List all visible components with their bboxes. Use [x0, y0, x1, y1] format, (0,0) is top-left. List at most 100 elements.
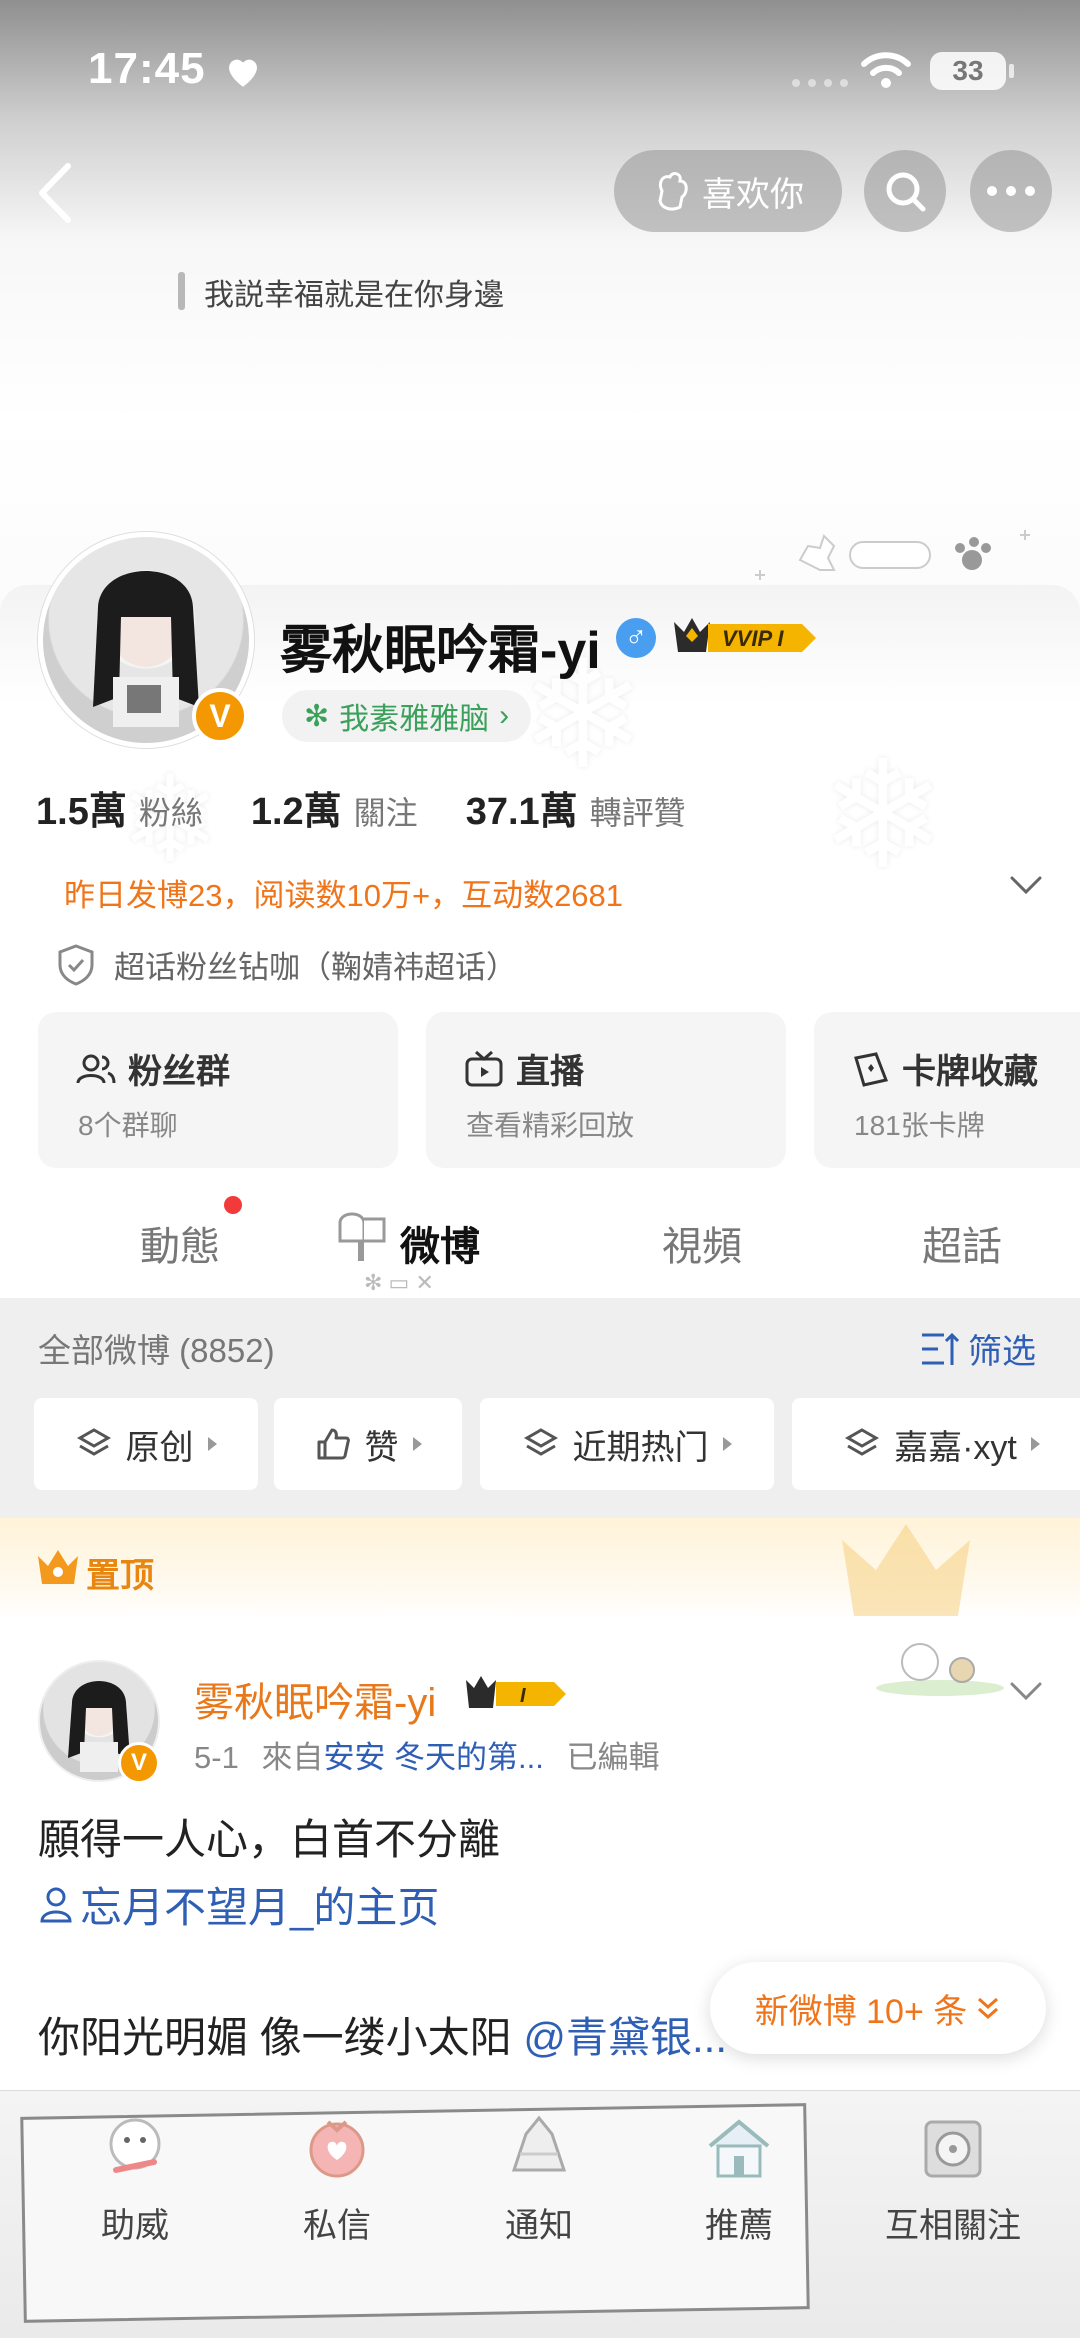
like-you-label: 喜欢你	[702, 175, 804, 214]
chip-like[interactable]: 赞	[274, 1398, 462, 1490]
stat-value: 1.2萬	[250, 791, 342, 833]
more-icon	[987, 186, 1035, 196]
wifi-icon	[861, 52, 911, 88]
nav-recommend[interactable]: 推薦	[664, 2110, 814, 2247]
verified-badge-icon: V	[118, 1742, 160, 1784]
all-weibo-count: 全部微博 (8852)	[38, 1332, 275, 1369]
feature-subtitle: 181张卡牌	[854, 1110, 985, 1141]
like-you-button[interactable]: 喜欢你	[614, 150, 842, 232]
post-source[interactable]: 安安 冬天的第...	[323, 1740, 543, 1775]
vvip-badge[interactable]: VVIP I	[670, 614, 818, 658]
profile-bio: 我説幸福就是在你身邊	[204, 279, 504, 312]
chevron-down-icon[interactable]	[1006, 1676, 1046, 1706]
feature-card-live[interactable]: 直播 查看精彩回放	[426, 1012, 786, 1168]
snowflake-icon: ✻	[304, 699, 330, 733]
gesture-icon	[658, 172, 688, 211]
chip-hot[interactable]: 近期热门	[480, 1398, 774, 1490]
verified-badge-icon: V	[192, 688, 248, 744]
nav-label: 私信	[303, 2207, 371, 2245]
chip-original[interactable]: 原创	[34, 1398, 258, 1490]
tab-video[interactable]: 視頻	[662, 1214, 742, 1272]
vvip-label: VVIP I	[722, 626, 784, 651]
chaohua-fan-level[interactable]: 超话粉丝钻咖（鞠婧祎超话）	[56, 942, 517, 987]
search-button[interactable]	[864, 150, 946, 232]
more-button[interactable]	[970, 150, 1052, 232]
battery-indicator: 33	[930, 52, 1014, 90]
vip-crown-icon: VVIP I	[674, 618, 816, 652]
profile-tag-label: 我素雅雅脑	[339, 703, 490, 736]
post-profile-link[interactable]: 忘月不望月_的主页	[38, 1874, 439, 1935]
bio-divider	[178, 272, 185, 310]
vip-level: I	[520, 1685, 526, 1707]
house-icon	[708, 2119, 770, 2178]
search-icon	[886, 172, 926, 212]
chip-jiajia[interactable]: 嘉嘉·xyt	[792, 1398, 1080, 1490]
post-text-line: 你阳光明媚 像一缕小太阳	[38, 2014, 512, 2061]
chip-label: 原创	[125, 1428, 194, 1467]
layers-icon	[523, 1428, 558, 1456]
nav-mutual-follow[interactable]: 互相關注	[868, 2110, 1038, 2247]
tab-weibo[interactable]: 微博	[400, 1214, 480, 1272]
nav-notifications[interactable]: 通知	[464, 2110, 614, 2247]
tab-dynamic[interactable]: 動態	[140, 1214, 220, 1272]
status-time: 17:45	[88, 44, 206, 93]
chip-label: 嘉嘉·xyt	[894, 1428, 1017, 1467]
new-posts-button[interactable]: 新微博 10+ 条	[710, 1962, 1046, 2054]
disc-icon	[924, 2120, 982, 2178]
group-icon	[76, 1054, 116, 1083]
filter-icon	[922, 1332, 960, 1365]
profile-tabs: 動態 微博 視頻 超話	[0, 1190, 1080, 1298]
stat-label: 轉評贊	[589, 795, 686, 831]
notification-dot	[224, 1196, 242, 1214]
doodle-decoration	[755, 530, 1030, 580]
stat-interactions[interactable]: 37.1萬 轉評贊	[466, 780, 686, 835]
stat-followers[interactable]: 1.5萬 粉絲	[36, 780, 203, 835]
nav-label: 互相關注	[885, 2207, 1021, 2245]
vip-crown-icon: I	[466, 1676, 566, 1708]
chip-label: 近期热门	[572, 1428, 709, 1467]
nav-cheer[interactable]: 助威	[60, 2110, 210, 2247]
post-author[interactable]: 雾秋眠吟霜-yi	[194, 1670, 436, 1728]
feature-title: 粉丝群	[128, 1053, 230, 1091]
stat-label: 關注	[353, 795, 418, 831]
message-icon	[309, 2120, 365, 2178]
vip-badge: I	[462, 1674, 568, 1712]
post-text: 你阳光明媚 像一缕小太阳 @青黛银...	[38, 2004, 727, 2065]
filter-button[interactable]: 筛选	[920, 1324, 1036, 1373]
back-icon[interactable]	[28, 160, 84, 226]
profile-username: 雾秋眠吟霜-yi	[280, 622, 601, 680]
feature-title: 卡牌收藏	[902, 1053, 1038, 1091]
stat-following[interactable]: 1.2萬 關注	[251, 780, 418, 835]
double-chevron-down-icon	[978, 1997, 999, 2020]
nav-label: 助威	[101, 2207, 169, 2245]
feature-card-fan-group[interactable]: 粉丝群 8个群聊	[38, 1012, 398, 1168]
tab-chaohua[interactable]: 超話	[922, 1214, 1002, 1272]
crown-decoration-icon	[842, 1524, 970, 1616]
stat-value: 37.1萬	[465, 791, 578, 833]
feature-subtitle: 8个群聊	[78, 1110, 178, 1141]
nav-label: 推薦	[705, 2207, 773, 2245]
post-date: 5-1	[194, 1740, 239, 1775]
mailbox-icon	[338, 1212, 386, 1261]
post-meta: 5-1 來自安安 冬天的第... 已編輯	[194, 1732, 660, 1777]
stat-label: 粉絲	[138, 795, 203, 831]
post-edited: 已編輯	[566, 1740, 660, 1775]
chip-label: 赞	[364, 1428, 399, 1467]
new-posts-label: 新微博 10+ 条	[754, 1992, 968, 2031]
filter-label: 筛选	[968, 1333, 1036, 1371]
feature-title: 直播	[516, 1053, 584, 1091]
tab-decoration: ✻ ▭ ✕	[364, 1270, 434, 1295]
feature-card-cards[interactable]: 卡牌收藏 181张卡牌	[814, 1012, 1080, 1168]
user-icon	[40, 1887, 72, 1922]
nav-messages[interactable]: 私信	[262, 2110, 412, 2247]
activity-summary: 昨日发博23，阅读数10万+，互动数2681	[64, 878, 624, 913]
tv-icon	[465, 1050, 503, 1086]
crown-icon	[38, 1550, 78, 1584]
bell-icon	[511, 2115, 567, 2172]
post-mention[interactable]: @青黛银...	[523, 2014, 727, 2061]
stat-value: 1.5萬	[36, 791, 127, 833]
thumb-up-icon	[317, 1428, 350, 1460]
chevron-down-icon[interactable]	[1006, 870, 1046, 900]
post-link-label: 忘月不望月_的主页	[80, 1884, 440, 1931]
profile-tag[interactable]: ✻ 我素雅雅脑 ›	[282, 690, 532, 742]
